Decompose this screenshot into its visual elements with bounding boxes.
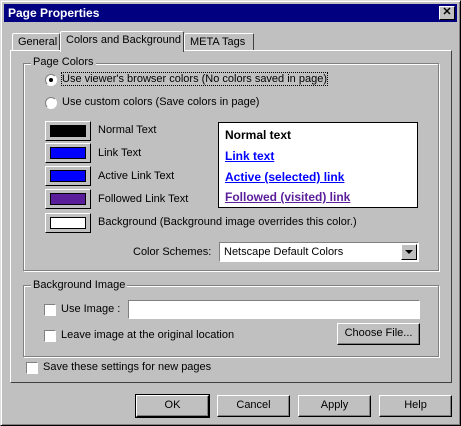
tab-general[interactable]: General [12,33,60,51]
normal-text-color-button[interactable] [45,121,91,141]
normal-text-label: Normal Text [98,124,157,136]
link-text-swatch [50,147,86,159]
page-colors-group-label: Page Colors [31,56,96,68]
custom-colors-label[interactable]: Use custom colors (Save colors in page) [62,96,259,108]
link-text-label: Link Text [98,147,142,159]
tab-colors-and-background[interactable]: Colors and Background [60,31,184,52]
color-preview-box: Normal text Link text Active (selected) … [218,122,418,208]
preview-normal-text: Normal text [225,128,292,142]
window-title: Page Properties [8,6,100,20]
save-settings-checkbox[interactable] [26,362,38,374]
viewer-colors-label[interactable]: Use viewer's browser colors (No colors s… [61,72,328,86]
image-path-input[interactable] [128,300,420,319]
title-bar[interactable]: Page Properties ✕ [4,4,457,22]
background-swatch [50,217,86,229]
tab-meta-tags[interactable]: META Tags [184,33,254,51]
color-schemes-value: Netscape Default Colors [224,246,344,258]
use-image-label[interactable]: Use Image : [61,303,120,315]
followed-link-swatch [50,193,86,205]
link-text-color-button[interactable] [45,143,91,163]
custom-colors-radio[interactable] [45,97,57,109]
background-color-label: Background (Background image overrides t… [98,216,357,228]
save-settings-label[interactable]: Save these settings for new pages [43,361,211,373]
chevron-down-icon[interactable] [401,244,417,260]
active-link-color-button[interactable] [45,166,91,186]
active-link-label: Active Link Text [98,170,175,182]
background-color-button[interactable] [45,213,91,233]
background-image-group [23,285,439,357]
followed-link-color-button[interactable] [45,189,91,209]
followed-link-label: Followed Link Text [98,193,189,205]
help-button[interactable]: Help [379,395,452,417]
background-image-group-label: Background Image [31,279,128,291]
choose-file-button[interactable]: Choose File... [337,323,420,345]
viewer-colors-radio[interactable] [45,74,57,86]
preview-active-link: Active (selected) link [225,170,345,184]
apply-button[interactable]: Apply [298,395,371,417]
active-link-swatch [50,170,86,182]
tab-panel: Page Colors Use viewer's browser colors … [10,50,452,383]
cancel-button[interactable]: Cancel [217,395,290,417]
normal-text-swatch [50,125,86,137]
ok-button[interactable]: OK [135,394,210,418]
use-image-checkbox[interactable] [44,304,56,316]
color-schemes-label: Color Schemes: [133,246,212,258]
preview-followed-link: Followed (visited) link [225,190,351,204]
close-button[interactable]: ✕ [439,6,455,20]
leave-original-label[interactable]: Leave image at the original location [61,329,234,341]
color-schemes-select[interactable]: Netscape Default Colors [219,242,419,262]
leave-original-checkbox[interactable] [44,330,56,342]
page-properties-dialog: Page Properties ✕ General Colors and Bac… [0,0,461,426]
preview-link-text: Link text [225,149,275,163]
